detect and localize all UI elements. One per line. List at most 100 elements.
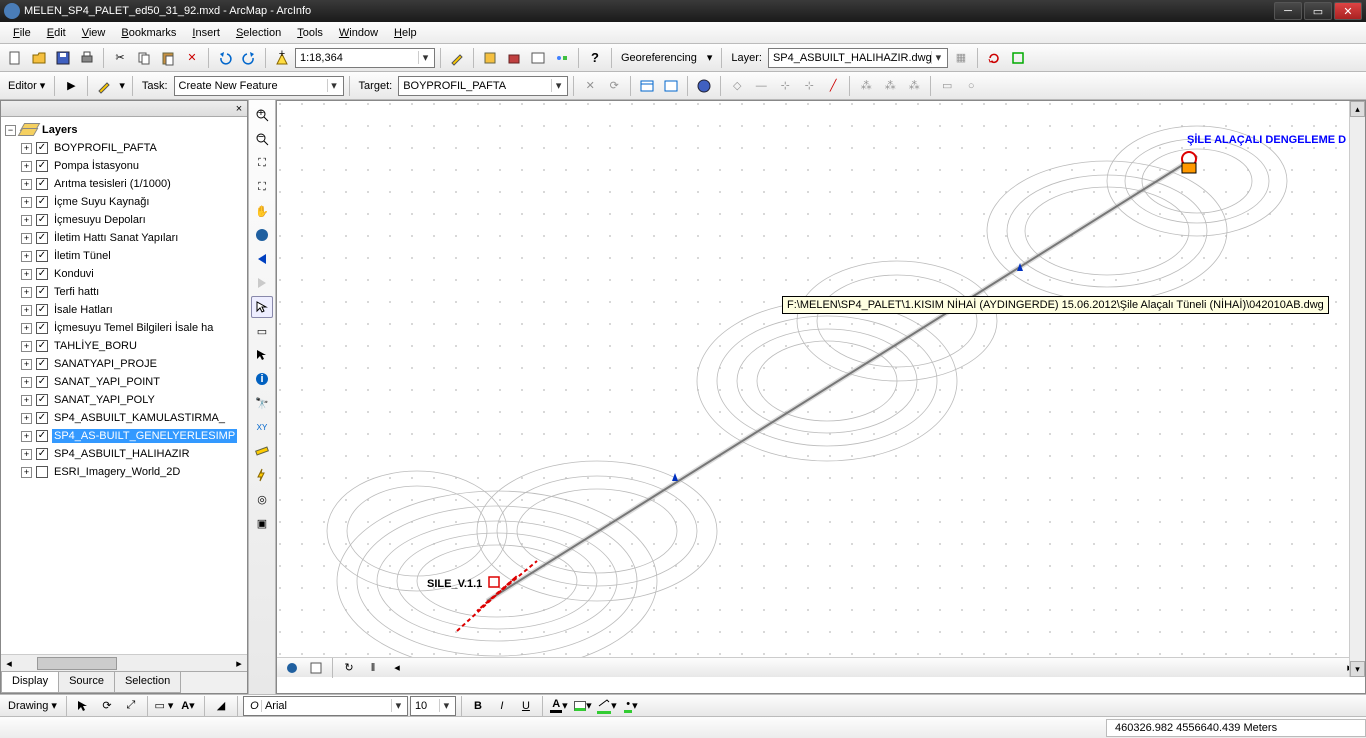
pause-draw-icon[interactable]: ‖ <box>362 657 384 679</box>
layer-checkbox[interactable] <box>36 430 48 442</box>
map-view[interactable]: SILE_V.1.1 ŞİLE ALAÇALI DENGELEME D F:\M… <box>276 100 1366 694</box>
layer-row[interactable]: +BOYPROFIL_PAFTA <box>3 139 245 157</box>
pan-icon[interactable]: ✋ <box>251 200 273 222</box>
menu-bookmarks[interactable]: Bookmarks <box>114 24 183 42</box>
expand-icon[interactable]: + <box>21 395 32 406</box>
print-icon[interactable] <box>76 47 98 69</box>
zoom-elem-icon[interactable]: ⤢ <box>120 695 142 717</box>
select-elements-icon[interactable] <box>251 344 273 366</box>
rectangle-icon[interactable]: ▭ ▾ <box>153 695 175 717</box>
layer-checkbox[interactable] <box>36 376 48 388</box>
expand-icon[interactable]: + <box>21 467 32 478</box>
expand-icon[interactable]: + <box>21 449 32 460</box>
layer-row[interactable]: +SANATYAPI_PROJE <box>3 355 245 373</box>
scroll-thumb[interactable] <box>37 657 117 670</box>
layer-row[interactable]: +Konduvi <box>3 265 245 283</box>
menu-help[interactable]: Help <box>387 24 424 42</box>
expand-icon[interactable]: + <box>21 377 32 388</box>
command-line-icon[interactable] <box>527 47 549 69</box>
identify-icon[interactable]: i <box>251 368 273 390</box>
layer-checkbox[interactable] <box>36 268 48 280</box>
tab-selection[interactable]: Selection <box>114 672 181 693</box>
target-combo[interactable]: BOYPROFIL_PAFTA ▾ <box>398 76 568 96</box>
scroll-up-icon[interactable]: ▴ <box>1350 101 1365 117</box>
select-elements-icon[interactable] <box>72 695 94 717</box>
expand-icon[interactable]: + <box>21 359 32 370</box>
layer-row[interactable]: +SP4_ASBUILT_HALIHAZIR <box>3 445 245 463</box>
network-icon[interactable] <box>693 75 715 97</box>
georef-tools-icon[interactable] <box>1007 47 1029 69</box>
minimize-button[interactable]: ─ <box>1274 2 1302 20</box>
close-button[interactable]: ✕ <box>1334 2 1362 20</box>
arctoolbox-icon[interactable] <box>503 47 525 69</box>
sketch-tool-icon[interactable] <box>93 75 115 97</box>
add-data-icon[interactable]: + <box>271 47 293 69</box>
hscroll-left-icon[interactable]: ◂ <box>386 657 408 679</box>
rotate-tool-icon[interactable]: ⟳ <box>603 75 625 97</box>
chevron-down-icon[interactable]: ▾ <box>931 51 945 64</box>
chevron-down-icon[interactable]: ▾ <box>391 699 405 712</box>
layer-checkbox[interactable] <box>36 322 48 334</box>
expand-icon[interactable]: + <box>21 305 32 316</box>
layout-view-icon[interactable] <box>305 657 327 679</box>
layer-checkbox[interactable] <box>36 142 48 154</box>
topo-tool4-icon[interactable]: ⊹ <box>798 75 820 97</box>
zoom-in-icon[interactable]: + <box>251 104 273 126</box>
toc-root[interactable]: − Layers <box>3 121 245 139</box>
collapse-icon[interactable]: − <box>5 125 16 136</box>
layer-row[interactable]: +İçme Suyu Kaynağı <box>3 193 245 211</box>
layer-row[interactable]: +İsale Hatları <box>3 301 245 319</box>
chevron-down-icon[interactable]: ▾ <box>439 699 453 712</box>
rotate-elem-icon[interactable]: ⟳ <box>96 695 118 717</box>
toc-close-icon[interactable]: × <box>233 103 245 115</box>
topo-tool5-icon[interactable]: ╱ <box>822 75 844 97</box>
text-tool-icon[interactable]: A ▾ <box>177 695 199 717</box>
layer-row[interactable]: +Pompa İstasyonu <box>3 157 245 175</box>
marker-color-icon[interactable]: •▾ <box>620 695 642 717</box>
goto-xy-icon[interactable]: XY <box>251 416 273 438</box>
hyperlink-icon[interactable] <box>251 464 273 486</box>
expand-icon[interactable]: + <box>21 215 32 226</box>
split-icon[interactable]: ✕ <box>579 75 601 97</box>
editor-toolbar-icon[interactable] <box>446 47 468 69</box>
expand-icon[interactable]: + <box>21 143 32 154</box>
expand-icon[interactable]: + <box>21 413 32 424</box>
layer-row[interactable]: +ESRI_Imagery_World_2D <box>3 463 245 481</box>
tab-display[interactable]: Display <box>1 672 59 693</box>
expand-icon[interactable]: + <box>21 287 32 298</box>
expand-icon[interactable]: + <box>21 179 32 190</box>
line-color-icon[interactable]: ▾ <box>596 695 618 717</box>
trace2-icon[interactable]: ○ <box>960 75 982 97</box>
edit-tool-icon[interactable]: ▶ <box>60 75 82 97</box>
back-icon[interactable] <box>251 248 273 270</box>
html-popup-icon[interactable]: ◎ <box>251 488 273 510</box>
select-features-icon[interactable] <box>251 296 273 318</box>
layer-checkbox[interactable] <box>36 340 48 352</box>
layer-checkbox[interactable] <box>36 214 48 226</box>
menu-window[interactable]: Window <box>332 24 385 42</box>
chevron-down-icon[interactable]: ▾ <box>418 51 432 64</box>
menu-edit[interactable]: Edit <box>40 24 73 42</box>
layer-checkbox[interactable] <box>36 358 48 370</box>
clear-selection-icon[interactable]: ▭ <box>251 320 273 342</box>
layer-row[interactable]: +İletim Hattı Sanat Yapıları <box>3 229 245 247</box>
copy-icon[interactable] <box>133 47 155 69</box>
italic-icon[interactable]: I <box>491 695 513 717</box>
layer-row[interactable]: +Terfi hattı <box>3 283 245 301</box>
layer-row[interactable]: +SP4_ASBUILT_KAMULASTIRMA_ <box>3 409 245 427</box>
layer-checkbox[interactable] <box>36 178 48 190</box>
expand-icon[interactable]: + <box>21 269 32 280</box>
layer-checkbox[interactable] <box>36 250 48 262</box>
menu-tools[interactable]: Tools <box>290 24 330 42</box>
snap2-icon[interactable]: ⁂ <box>879 75 901 97</box>
cut-icon[interactable]: ✂ <box>109 47 131 69</box>
refresh-icon[interactable]: ↻ <box>338 657 360 679</box>
trace1-icon[interactable]: ▭ <box>936 75 958 97</box>
edit-vertices-icon[interactable]: ◢ <box>210 695 232 717</box>
layer-row[interactable]: +SP4_AS-BUILT_GENELYERLESIMP <box>3 427 245 445</box>
layer-row[interactable]: +Arıtma tesisleri (1/1000) <box>3 175 245 193</box>
expand-icon[interactable]: + <box>21 341 32 352</box>
rotate-icon[interactable] <box>983 47 1005 69</box>
scroll-down-icon[interactable]: ▾ <box>1350 661 1365 677</box>
layer-checkbox[interactable] <box>36 232 48 244</box>
